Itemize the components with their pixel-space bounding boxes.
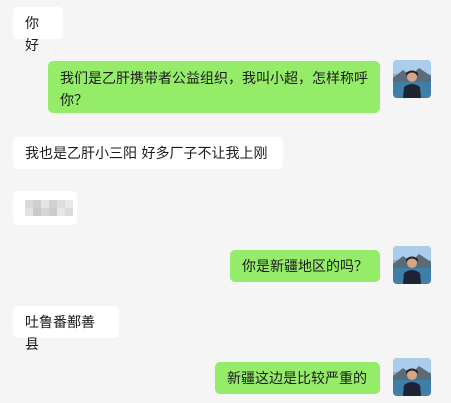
chat-window: 你好 我们是乙肝携带者公益组织，我叫小超，怎样称呼你？ 我也是乙肝小三阳 好多厂…	[0, 0, 451, 403]
message-bubble-outgoing[interactable]: 新疆这边是比较严重的	[215, 362, 380, 394]
redacted-content-icon	[25, 200, 73, 216]
message-text: 你是新疆地区的吗？	[242, 259, 368, 275]
user-avatar-photo-icon	[393, 358, 431, 396]
message-bubble-outgoing[interactable]: 我们是乙肝携带者公益组织，我叫小超，怎样称呼你？	[48, 61, 380, 113]
avatar-self[interactable]	[393, 358, 431, 396]
message-bubble-incoming[interactable]: 你好	[13, 7, 63, 54]
message-text: 我们是乙肝携带者公益组织，我叫小超，怎样称呼你？	[60, 71, 368, 109]
message-bubble-outgoing[interactable]: 你是新疆地区的吗？	[230, 250, 380, 282]
message-bubble-incoming[interactable]: 吐鲁番鄯善县	[13, 306, 119, 353]
message-text: 我也是乙肝小三阳 好多厂子不让我上刚	[25, 146, 268, 162]
user-avatar-photo-icon	[393, 246, 431, 284]
message-text: 新疆这边是比较严重的	[227, 371, 367, 387]
message-text: 你好	[25, 16, 39, 54]
avatar-self[interactable]	[393, 60, 431, 98]
message-bubble-incoming[interactable]: 我也是乙肝小三阳 好多厂子不让我上刚	[13, 137, 283, 169]
user-avatar-photo-icon	[393, 60, 431, 98]
message-text: 吐鲁番鄯善县	[25, 315, 95, 353]
avatar-self[interactable]	[393, 246, 431, 284]
